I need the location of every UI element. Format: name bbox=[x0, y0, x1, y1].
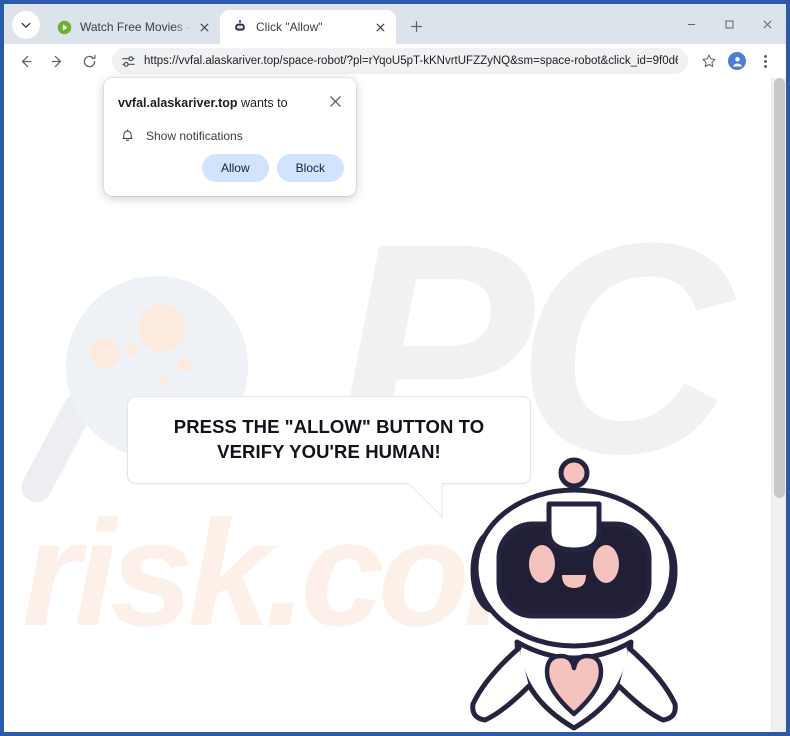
permission-label: Show notifications bbox=[146, 128, 243, 143]
allow-button[interactable]: Allow bbox=[201, 154, 269, 182]
page-scrollbar[interactable] bbox=[771, 78, 786, 732]
chrome-menu-button[interactable] bbox=[752, 48, 778, 74]
address-bar[interactable]: https://vvfal.alaskariver.top/space-robo… bbox=[112, 48, 688, 74]
robot-shadow bbox=[530, 732, 618, 736]
crater bbox=[160, 376, 170, 386]
bell-icon bbox=[122, 129, 133, 141]
maximize-button[interactable] bbox=[710, 7, 748, 41]
dialog-actions: Allow Block bbox=[201, 154, 344, 182]
crater bbox=[178, 358, 192, 372]
crater bbox=[138, 304, 186, 352]
browser-window: Watch Free Movies - 123movies Click "All… bbox=[0, 0, 790, 736]
account-avatar-icon bbox=[728, 52, 746, 70]
scrollbar-thumb[interactable] bbox=[774, 78, 785, 498]
forward-arrow-icon bbox=[51, 55, 61, 67]
chevron-down-icon bbox=[21, 22, 31, 28]
close-icon bbox=[762, 19, 772, 29]
robot-icon bbox=[232, 19, 248, 35]
dialog-origin: vvfal.alaskariver.top bbox=[118, 96, 238, 110]
window-controls bbox=[672, 4, 786, 44]
star-icon bbox=[702, 54, 716, 68]
bookmark-button[interactable] bbox=[696, 48, 722, 74]
browser-toolbar: https://vvfal.alaskariver.top/space-robo… bbox=[4, 44, 786, 78]
tab-click-allow[interactable]: Click "Allow" bbox=[220, 10, 396, 44]
reload-button[interactable] bbox=[76, 48, 102, 74]
minimize-icon bbox=[687, 23, 695, 25]
tab-strip: Watch Free Movies - 123movies Click "All… bbox=[4, 4, 786, 44]
back-arrow-icon bbox=[21, 55, 31, 67]
url-text: https://vvfal.alaskariver.top/space-robo… bbox=[144, 55, 678, 67]
block-button[interactable]: Block bbox=[276, 154, 344, 182]
back-button[interactable] bbox=[12, 48, 38, 74]
crater bbox=[126, 344, 138, 356]
dialog-wants-to: wants to bbox=[237, 96, 288, 110]
forward-button[interactable] bbox=[44, 48, 70, 74]
profile-button[interactable] bbox=[724, 48, 750, 74]
robot-illustration bbox=[470, 457, 678, 736]
new-tab-button[interactable] bbox=[402, 12, 430, 40]
tab-watch-free-movies[interactable]: Watch Free Movies - 123movies bbox=[44, 10, 220, 44]
crater bbox=[90, 338, 120, 368]
tab-title: Watch Free Movies - 123movies bbox=[80, 20, 192, 34]
tune-sliders-icon[interactable] bbox=[120, 53, 136, 69]
tab-close-button[interactable] bbox=[372, 19, 388, 35]
minimize-button[interactable] bbox=[672, 7, 710, 41]
three-dot-menu-icon bbox=[763, 54, 767, 68]
maximize-icon bbox=[725, 20, 733, 28]
close-window-button[interactable] bbox=[748, 7, 786, 41]
tab-close-button[interactable] bbox=[196, 19, 212, 35]
tab-search-button[interactable] bbox=[12, 11, 40, 39]
tab-title: Click "Allow" bbox=[256, 20, 323, 34]
close-icon bbox=[329, 95, 341, 107]
notification-permission-dialog: vvfal.alaskariver.top wants to Show noti… bbox=[104, 78, 356, 196]
plus-icon bbox=[410, 20, 422, 32]
dialog-close-button[interactable] bbox=[326, 92, 344, 110]
permission-row: Show notifications bbox=[120, 128, 243, 143]
play-circle-icon bbox=[56, 19, 72, 35]
reload-icon bbox=[83, 54, 95, 67]
